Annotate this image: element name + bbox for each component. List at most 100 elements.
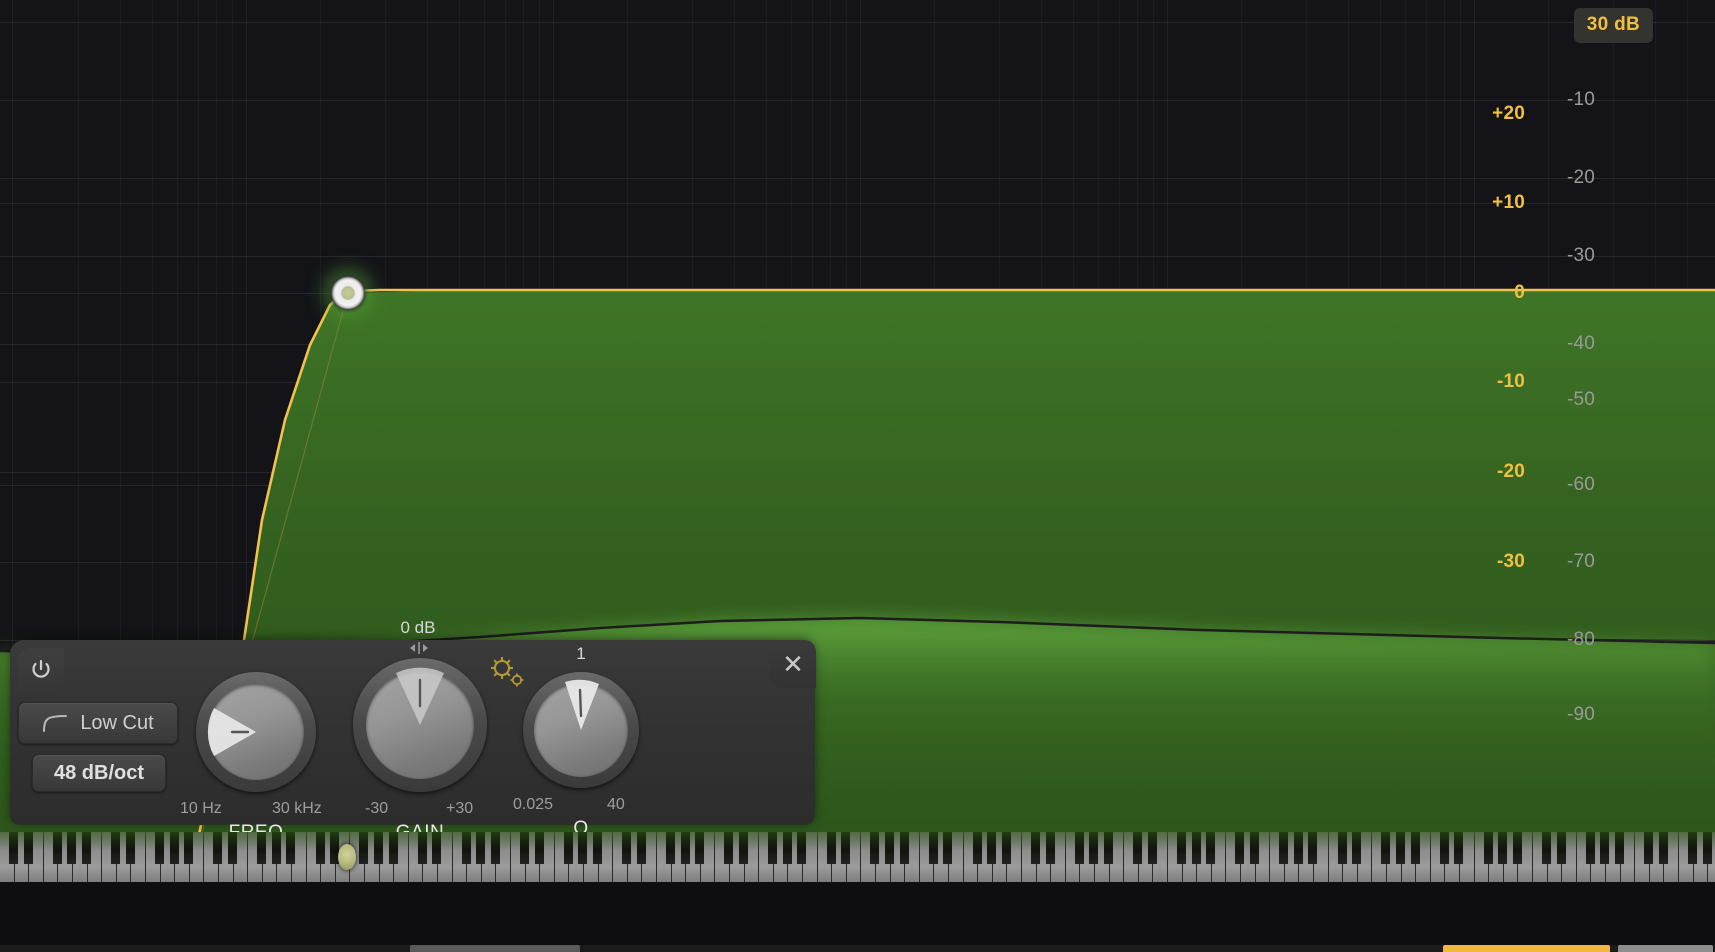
piano-black-key[interactable] <box>1658 832 1668 864</box>
piano-black-key[interactable] <box>1191 832 1201 864</box>
piano-black-key[interactable] <box>695 832 705 864</box>
piano-black-key[interactable] <box>724 832 734 864</box>
piano-black-key[interactable] <box>636 832 646 864</box>
piano-black-key[interactable] <box>1206 832 1216 864</box>
slope-button[interactable]: 48 dB/oct <box>32 754 166 792</box>
piano-black-key[interactable] <box>388 832 398 864</box>
piano-black-key[interactable] <box>169 832 179 864</box>
piano-black-key[interactable] <box>1483 832 1493 864</box>
keyboard-marker[interactable] <box>338 844 356 870</box>
band-handle-1[interactable] <box>331 276 365 310</box>
piano-black-key[interactable] <box>1600 832 1610 864</box>
piano-black-key[interactable] <box>870 832 880 864</box>
piano-black-key[interactable] <box>1089 832 1099 864</box>
piano-black-key[interactable] <box>1512 832 1522 864</box>
piano-black-key[interactable] <box>1250 832 1260 864</box>
filter-type-button[interactable]: Low Cut <box>18 702 178 744</box>
gain-knob-pointer <box>396 667 444 725</box>
range-badge[interactable]: 30 dB <box>1573 8 1653 43</box>
piano-black-key[interactable] <box>1585 832 1595 864</box>
piano-black-key[interactable] <box>768 832 778 864</box>
piano-black-key[interactable] <box>1381 832 1391 864</box>
scrollbar-thumb[interactable] <box>1443 945 1610 952</box>
piano-black-key[interactable] <box>797 832 807 864</box>
scrollbar-segment-right[interactable] <box>1618 945 1713 952</box>
piano-black-key[interactable] <box>82 832 92 864</box>
piano-black-key[interactable] <box>1454 832 1464 864</box>
piano-black-key[interactable] <box>1498 832 1508 864</box>
piano-black-key[interactable] <box>563 832 573 864</box>
freq-min-label: 10 Hz <box>180 800 222 817</box>
piano-black-key[interactable] <box>1147 832 1157 864</box>
piano-black-key[interactable] <box>782 832 792 864</box>
piano-black-key[interactable] <box>534 832 544 864</box>
close-band-button[interactable]: ✕ <box>770 640 816 688</box>
piano-keyboard[interactable] <box>0 832 1715 952</box>
piano-black-key[interactable] <box>52 832 62 864</box>
piano-black-key[interactable] <box>111 832 121 864</box>
piano-black-key[interactable] <box>1293 832 1303 864</box>
piano-black-key[interactable] <box>271 832 281 864</box>
piano-black-key[interactable] <box>184 832 194 864</box>
scrollbar-segment-left[interactable] <box>410 945 580 952</box>
piano-black-key[interactable] <box>972 832 982 864</box>
piano-black-key[interactable] <box>899 832 909 864</box>
piano-black-key[interactable] <box>928 832 938 864</box>
piano-black-key[interactable] <box>213 832 223 864</box>
piano-black-key[interactable] <box>1001 832 1011 864</box>
piano-black-key[interactable] <box>125 832 135 864</box>
power-button[interactable] <box>18 648 64 692</box>
piano-black-key[interactable] <box>593 832 603 864</box>
piano-black-key[interactable] <box>461 832 471 864</box>
piano-black-key[interactable] <box>286 832 296 864</box>
piano-black-key[interactable] <box>315 832 325 864</box>
piano-black-key[interactable] <box>1177 832 1187 864</box>
piano-black-key[interactable] <box>9 832 19 864</box>
piano-black-key[interactable] <box>578 832 588 864</box>
piano-black-key[interactable] <box>1615 832 1625 864</box>
piano-black-key[interactable] <box>885 832 895 864</box>
piano-black-key[interactable] <box>1235 832 1245 864</box>
piano-black-key[interactable] <box>826 832 836 864</box>
piano-black-key[interactable] <box>1133 832 1143 864</box>
piano-black-key[interactable] <box>1337 832 1347 864</box>
piano-black-key[interactable] <box>417 832 427 864</box>
piano-black-key[interactable] <box>1542 832 1552 864</box>
piano-black-key[interactable] <box>1352 832 1362 864</box>
eq-scale-tick: +20 <box>1492 103 1525 124</box>
piano-black-key[interactable] <box>23 832 33 864</box>
piano-black-key[interactable] <box>1308 832 1318 864</box>
piano-black-key[interactable] <box>476 832 486 864</box>
piano-black-key[interactable] <box>155 832 165 864</box>
analyzer-scale-tick: -40 <box>1566 333 1595 354</box>
piano-black-key[interactable] <box>666 832 676 864</box>
piano-black-key[interactable] <box>359 832 369 864</box>
piano-black-key[interactable] <box>490 832 500 864</box>
piano-black-key[interactable] <box>1410 832 1420 864</box>
piano-black-key[interactable] <box>257 832 267 864</box>
gears-button[interactable] <box>488 655 528 696</box>
piano-black-key[interactable] <box>1644 832 1654 864</box>
piano-black-key[interactable] <box>680 832 690 864</box>
piano-black-key[interactable] <box>374 832 384 864</box>
piano-black-key[interactable] <box>1279 832 1289 864</box>
piano-black-key[interactable] <box>520 832 530 864</box>
piano-black-key[interactable] <box>943 832 953 864</box>
piano-black-key[interactable] <box>622 832 632 864</box>
analyzer-scale-tick: -30 <box>1566 245 1595 266</box>
piano-black-key[interactable] <box>1688 832 1698 864</box>
piano-black-key[interactable] <box>1702 832 1712 864</box>
piano-black-key[interactable] <box>739 832 749 864</box>
piano-black-key[interactable] <box>987 832 997 864</box>
piano-black-key[interactable] <box>1396 832 1406 864</box>
piano-black-key[interactable] <box>1439 832 1449 864</box>
piano-black-key[interactable] <box>1104 832 1114 864</box>
piano-black-key[interactable] <box>841 832 851 864</box>
piano-black-key[interactable] <box>432 832 442 864</box>
piano-black-key[interactable] <box>228 832 238 864</box>
piano-black-key[interactable] <box>1074 832 1084 864</box>
piano-black-key[interactable] <box>67 832 77 864</box>
piano-black-key[interactable] <box>1031 832 1041 864</box>
piano-black-key[interactable] <box>1556 832 1566 864</box>
piano-black-key[interactable] <box>1045 832 1055 864</box>
